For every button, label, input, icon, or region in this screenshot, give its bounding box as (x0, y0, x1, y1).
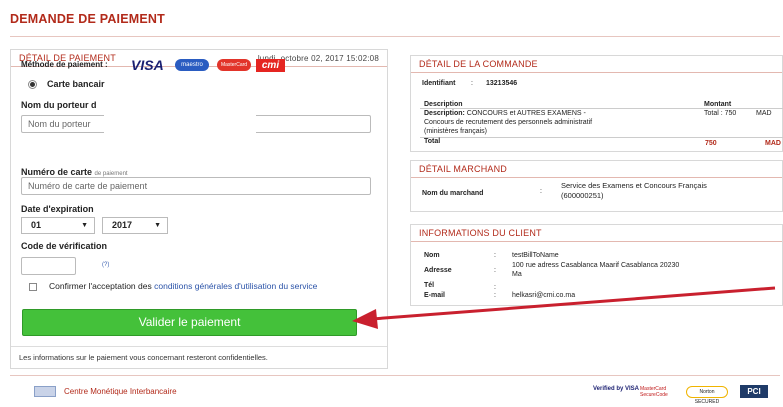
order-panel-title: DÉTAIL DE LA COMMANDE (411, 56, 782, 73)
title-divider (10, 36, 780, 37)
client-name-label: Nom (424, 252, 440, 259)
maestro-logo: maestro (175, 59, 209, 71)
card-type-label: Carte bancair (47, 79, 105, 89)
order-row-amount: Total : 750 (704, 110, 737, 117)
client-panel-title: INFORMATIONS DU CLIENT (411, 225, 782, 242)
pci-badge: PCI (740, 385, 768, 398)
terms-link[interactable]: conditions générales d'utilisation du se… (154, 281, 317, 291)
card-type-radio[interactable] (28, 80, 37, 89)
card-number-label: Numéro de carte de paiement (21, 167, 128, 177)
expiry-month-select[interactable]: 01 ▼ (21, 217, 95, 234)
client-name-separator: : (494, 252, 496, 259)
page-title: DEMANDE DE PAIEMENT (10, 12, 165, 26)
client-address-value: 100 rue adress Casablanca Maarif Casabla… (512, 262, 680, 278)
autofill-overlay (104, 88, 256, 166)
order-row-currency: MAD (756, 110, 772, 117)
order-total-currency: MAD (765, 140, 781, 147)
cvv-help-link[interactable]: (?) (102, 262, 109, 268)
cvv-input[interactable] (21, 257, 76, 275)
cmi-footer-logo (34, 386, 56, 397)
client-address-label: Adresse (424, 267, 452, 274)
order-total-label: Total (424, 138, 441, 145)
validate-payment-button[interactable]: Valider le paiement (22, 309, 357, 336)
merchant-panel-title: DÉTAIL MARCHAND (411, 161, 782, 178)
validate-payment-button-label: Valider le paiement (138, 315, 241, 329)
chevron-down-icon: ▼ (81, 222, 88, 229)
merchant-name-label: Nom du marchand (422, 190, 484, 197)
verified-by-visa-badge: Verified by VISA (593, 386, 640, 392)
cmi-logo: cmi (256, 59, 285, 72)
pointer-arrow-icon (352, 286, 776, 329)
order-total-value: 750 (705, 140, 717, 147)
mastercard-securecode-badge: MasterCard SecureCode (640, 386, 668, 398)
privacy-divider (11, 346, 387, 347)
mastercard-logo: MasterCard (217, 59, 251, 71)
expiry-label: Date d'expiration (21, 204, 94, 214)
footer-divider (10, 375, 780, 376)
merchant-name-value: Service des Examens et Concours Français… (561, 181, 707, 200)
order-id-value: 13213546 (486, 80, 518, 87)
client-name-value: testBillToName (512, 252, 559, 259)
norton-secured-badge: Norton SECURED (686, 386, 728, 405)
card-number-input[interactable]: Numéro de carte de paiement (21, 177, 371, 195)
client-address-separator: : (494, 267, 496, 274)
cvv-label: Code de vérification (21, 241, 108, 251)
chevron-down-icon: ▼ (154, 222, 161, 229)
order-id-label: Identifiant (422, 80, 456, 87)
order-total-divider (420, 137, 783, 138)
visa-logo: VISA (131, 57, 164, 73)
holder-label: Nom du porteur d (21, 100, 97, 110)
expiry-year-select[interactable]: 2017 ▼ (102, 217, 168, 234)
order-id-separator: : (471, 80, 473, 87)
payment-method-label: Méthode de paiement : (21, 60, 108, 69)
terms-checkbox[interactable] (29, 283, 37, 291)
terms-text: Confirmer l'acceptation des conditions g… (49, 281, 318, 291)
privacy-note: Les informations sur le paiement vous co… (19, 353, 268, 362)
merchant-separator: : (540, 188, 542, 195)
footer-org-name: Centre Monétique Interbancaire (64, 387, 177, 396)
order-row-description: Description: CONCOURS et AUTRES EXAMENS … (424, 110, 593, 135)
